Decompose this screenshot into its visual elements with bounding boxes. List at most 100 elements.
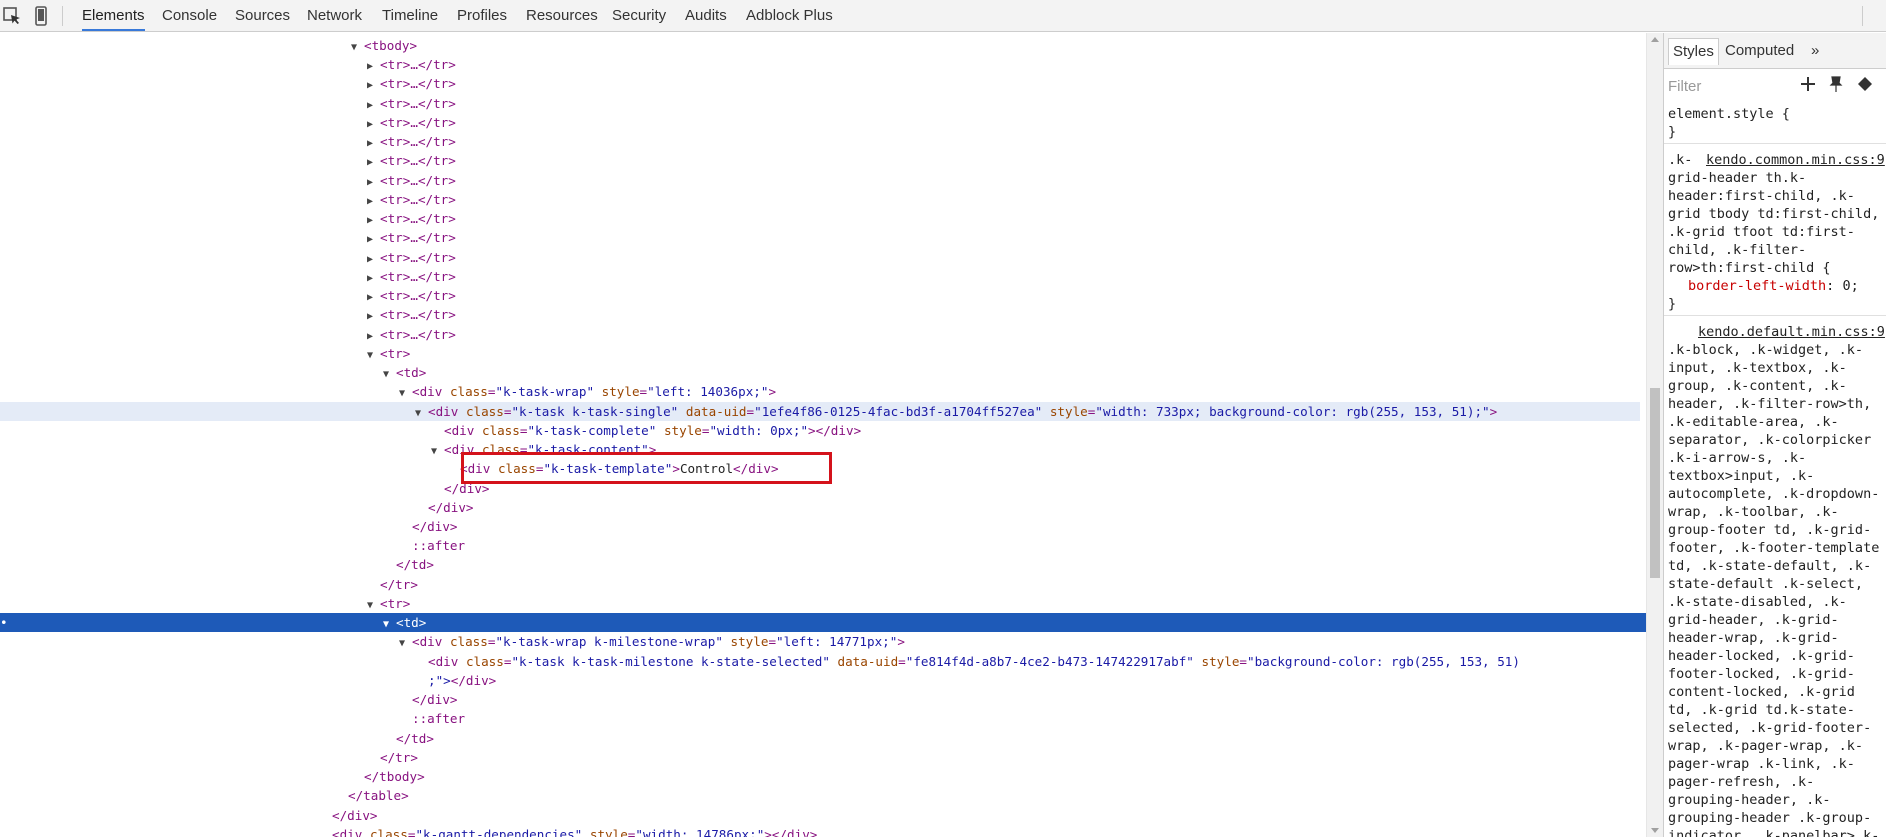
dom-node-row[interactable]: ▶ <tr>…</tr> bbox=[0, 132, 456, 151]
scroll-down-icon[interactable] bbox=[1651, 828, 1659, 833]
tab-sources[interactable]: Sources bbox=[235, 0, 290, 31]
css-selector: input, .k-textbox, .k- bbox=[1668, 360, 1847, 376]
tab-styles[interactable]: Styles bbox=[1668, 38, 1719, 65]
css-source-link[interactable]: kendo.default.min.css:9 bbox=[1698, 323, 1885, 341]
collapse-triangle-icon[interactable]: ▶ bbox=[367, 76, 380, 95]
tab-console[interactable]: Console bbox=[162, 0, 217, 31]
collapse-triangle-icon[interactable]: ▶ bbox=[367, 96, 380, 115]
device-icon[interactable] bbox=[31, 6, 51, 26]
dom-node-row[interactable]: ▶ <tr>…</tr> bbox=[0, 305, 456, 324]
expand-triangle-icon[interactable]: ▼ bbox=[367, 596, 380, 615]
expand-triangle-icon[interactable]: ▼ bbox=[399, 384, 412, 403]
collapse-triangle-icon[interactable]: ▶ bbox=[367, 115, 380, 134]
dom-node-row[interactable]: </div> bbox=[0, 806, 378, 825]
tab-elements[interactable]: Elements bbox=[82, 0, 145, 31]
dom-node-row[interactable]: </div> bbox=[0, 498, 474, 517]
css-selector: header-wrap, .k-grid- bbox=[1668, 630, 1839, 646]
dom-node-row[interactable]: ▶ <tr>…</tr> bbox=[0, 151, 456, 170]
expand-triangle-icon[interactable]: ▼ bbox=[431, 442, 444, 461]
dom-node-row[interactable]: ▶ <tr>…</tr> bbox=[0, 74, 456, 93]
dom-node-markup: <tr>…</tr> bbox=[380, 249, 456, 265]
dom-node-row[interactable]: ▶ <tr>…</tr> bbox=[0, 286, 456, 305]
dom-node-row[interactable]: </div> bbox=[0, 479, 490, 498]
collapse-triangle-icon[interactable]: ▶ bbox=[367, 134, 380, 153]
tab-computed[interactable]: Computed bbox=[1721, 38, 1798, 64]
dom-node-row[interactable]: </td> bbox=[0, 555, 434, 574]
tab-audits[interactable]: Audits bbox=[685, 0, 727, 31]
tab-timeline[interactable]: Timeline bbox=[382, 0, 438, 31]
element-state-icon[interactable] bbox=[1856, 75, 1874, 93]
expand-triangle-icon[interactable]: ▼ bbox=[383, 615, 396, 634]
dom-node-row[interactable]: ▶ <tr>…</tr> bbox=[0, 190, 456, 209]
inspect-icon[interactable] bbox=[2, 6, 22, 26]
dom-node-row[interactable]: </table> bbox=[0, 786, 409, 805]
tab-adblock-plus[interactable]: Adblock Plus bbox=[746, 0, 833, 31]
add-rule-icon[interactable] bbox=[1799, 75, 1817, 93]
expand-triangle-icon[interactable]: ▼ bbox=[399, 634, 412, 653]
expand-triangle-icon[interactable]: ▼ bbox=[415, 404, 428, 423]
collapse-triangle-icon[interactable]: ▶ bbox=[367, 250, 380, 269]
css-selector: group-footer td, .k-grid- bbox=[1668, 522, 1872, 538]
tab-security[interactable]: Security bbox=[612, 0, 666, 31]
dom-node-row[interactable]: ::after bbox=[0, 536, 465, 555]
dom-node-row[interactable]: ▼ <td> • bbox=[0, 613, 1646, 634]
scroll-thumb[interactable] bbox=[1650, 388, 1660, 578]
styles-filter-input[interactable]: Filter bbox=[1668, 73, 1883, 101]
css-selector: header-locked, .k-grid- bbox=[1668, 648, 1855, 664]
collapse-triangle-icon[interactable]: ▶ bbox=[367, 269, 380, 288]
collapse-triangle-icon[interactable]: ▶ bbox=[367, 288, 380, 307]
dom-node-row[interactable]: ::after bbox=[0, 709, 465, 728]
css-value[interactable]: 0; bbox=[1842, 278, 1858, 294]
dom-node-row[interactable]: ▶ <tr>…</tr> bbox=[0, 94, 456, 113]
tab-profiles[interactable]: Profiles bbox=[457, 0, 507, 31]
dom-node-row[interactable]: <div class="k-task k-task-milestone k-st… bbox=[0, 652, 1520, 671]
dom-node-row[interactable]: ▶ <tr>…</tr> bbox=[0, 248, 456, 267]
dom-node-row[interactable]: ▼ <td> bbox=[0, 363, 426, 382]
scroll-up-icon[interactable] bbox=[1651, 37, 1659, 42]
dom-node-row[interactable]: ;"></div> bbox=[0, 671, 496, 690]
expand-triangle-icon[interactable]: ▼ bbox=[367, 346, 380, 365]
dom-node-row[interactable]: ▼ <tr> bbox=[0, 344, 410, 363]
dom-node-row[interactable]: <div class="k-task-complete" style="widt… bbox=[0, 421, 861, 440]
tab-more[interactable]: » bbox=[1807, 38, 1823, 64]
dom-node-row[interactable]: </div> bbox=[0, 517, 458, 536]
collapse-triangle-icon[interactable]: ▶ bbox=[367, 57, 380, 76]
dom-node-row[interactable]: </div> bbox=[0, 690, 458, 709]
dom-node-row[interactable]: ▶ <tr>…</tr> bbox=[0, 267, 456, 286]
collapse-triangle-icon[interactable]: ▶ bbox=[367, 327, 380, 346]
dom-node-row[interactable]: ▶ <tr>…</tr> bbox=[0, 171, 456, 190]
tab-network[interactable]: Network bbox=[307, 0, 362, 31]
dom-node-row[interactable]: ▶ <tr>…</tr> bbox=[0, 55, 456, 74]
tab-resources[interactable]: Resources bbox=[526, 0, 598, 31]
dom-node-row[interactable]: ▼ <tr> bbox=[0, 594, 410, 613]
dom-node-row[interactable]: ▶ <tr>…</tr> bbox=[0, 113, 456, 132]
dom-node-row[interactable]: ▼ <div class="k-task-wrap" style="left: 1… bbox=[0, 382, 776, 401]
collapse-triangle-icon[interactable]: ▶ bbox=[367, 307, 380, 326]
collapse-triangle-icon[interactable]: ▶ bbox=[367, 153, 380, 172]
dom-node-row[interactable]: <div class="k-gantt-dependencies" style=… bbox=[0, 825, 817, 837]
dom-node-row[interactable]: ▶ <tr>…</tr> bbox=[0, 325, 456, 344]
dom-node-row[interactable]: </tr> bbox=[0, 575, 418, 594]
dom-node-row[interactable]: ▶ <tr>…</tr> bbox=[0, 209, 456, 228]
dom-node-row[interactable]: ▶ <tr>…</tr> bbox=[0, 228, 456, 247]
css-selector: .k-i-arrow-s, .k- bbox=[1668, 450, 1807, 466]
pin-icon[interactable] bbox=[1827, 75, 1845, 93]
dom-node-row[interactable]: ▼ <tbody> bbox=[0, 36, 417, 55]
dom-node-row[interactable]: </tbody> bbox=[0, 767, 425, 786]
collapse-triangle-icon[interactable]: ▶ bbox=[367, 230, 380, 249]
css-property[interactable]: border-left-width bbox=[1688, 278, 1826, 294]
collapse-triangle-icon[interactable]: ▶ bbox=[367, 173, 380, 192]
dom-node-row[interactable]: ▼ <div class="k-task k-task-single" data-… bbox=[0, 401, 1640, 423]
dom-node-markup: <div class="k-task-wrap k-milestone-wrap… bbox=[412, 634, 905, 650]
dom-node-row[interactable]: </td> bbox=[0, 729, 434, 748]
expand-triangle-icon[interactable]: ▼ bbox=[383, 365, 396, 384]
css-selector: pager-wrap .k-link, .k- bbox=[1668, 756, 1855, 772]
dom-tree[interactable]: ▼ <tbody> ▶ <tr>…</tr> ▶ <tr>…</tr> ▶ <tr>…</tr… bbox=[0, 33, 1646, 837]
dom-node-row[interactable]: ▼ <div class="k-task-wrap k-milestone-wra… bbox=[0, 632, 905, 651]
dom-scrollbar[interactable] bbox=[1646, 33, 1663, 837]
collapse-triangle-icon[interactable]: ▶ bbox=[367, 211, 380, 230]
collapse-triangle-icon[interactable]: ▶ bbox=[367, 192, 380, 211]
expand-triangle-icon[interactable]: ▼ bbox=[351, 38, 364, 57]
dom-node-row[interactable]: </tr> bbox=[0, 748, 418, 767]
css-source-link[interactable]: kendo.common.min.css:9 bbox=[1706, 151, 1885, 169]
